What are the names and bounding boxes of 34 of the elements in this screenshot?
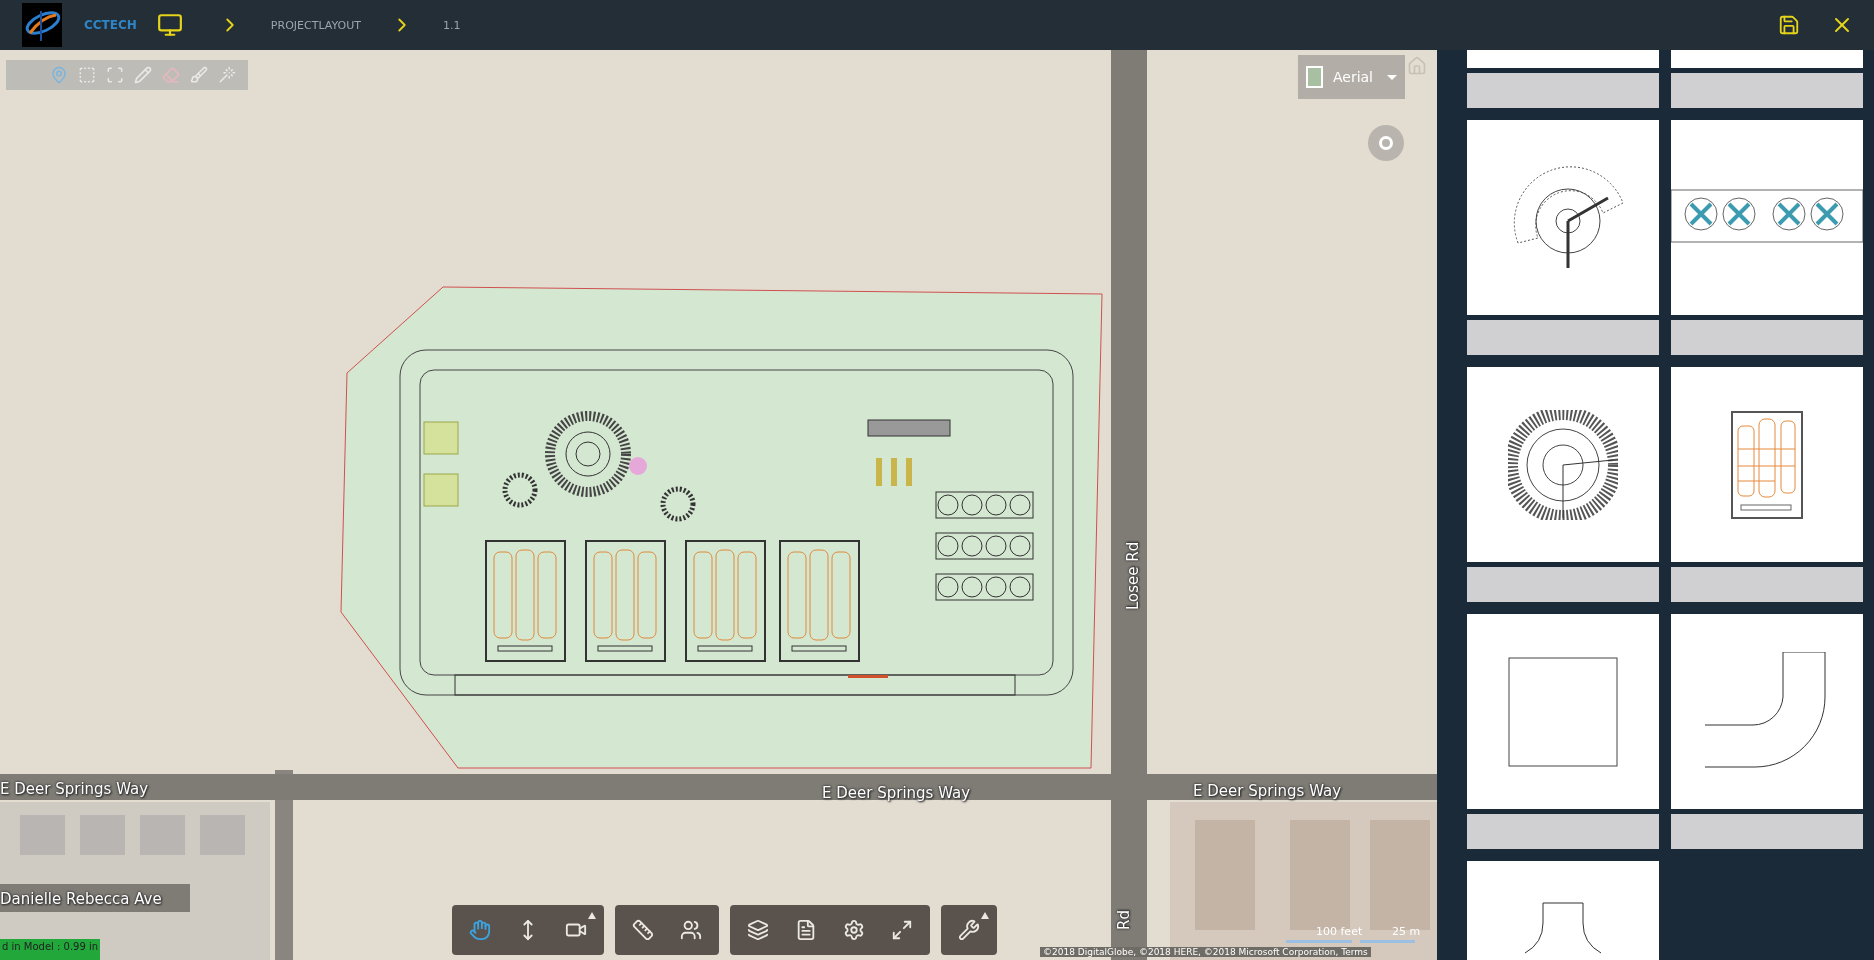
people-icon[interactable] [680,919,702,941]
component-card[interactable] [1467,367,1659,602]
wrench-icon[interactable] [958,919,980,941]
gear-icon[interactable] [843,919,865,941]
street-label: E Deer Springs Way [0,780,149,798]
logo-icon [22,3,62,47]
component-card[interactable] [1671,614,1863,849]
layers-icon[interactable] [747,919,769,941]
scale-label: 25 m [1392,925,1421,938]
brand-name: CCTECH [84,18,137,32]
breadcrumb-link[interactable]: PROJECTLAYOUT [270,18,361,32]
component-card[interactable] [1671,367,1863,602]
street-label: Rd [1115,910,1133,930]
scale-label: 100 feet [1316,925,1363,938]
save-icon[interactable] [1778,14,1800,36]
monitor-icon[interactable] [156,12,183,38]
hand-icon[interactable] [469,919,491,941]
component-card[interactable] [1671,120,1863,355]
expand-icon[interactable] [891,919,913,941]
menu-triangle-icon [588,912,596,919]
street-label: E Deer Springs Way [1193,782,1342,800]
document-icon[interactable] [795,919,817,941]
component-card[interactable] [1467,120,1659,355]
status-readout: d in Model : 0.99 in [0,939,100,960]
ruler-icon[interactable] [632,919,654,941]
breadcrumb-link[interactable]: 1.1 [443,18,461,32]
street-label: E Deer Springs Way [822,784,971,802]
street-label: Losee Rd [1124,541,1142,610]
map-attribution: ©2018 DigitalGlobe, ©2018 HERE, ©2018 Microsoft Corporation, Terms [1040,947,1371,957]
scale-bar [1360,940,1415,943]
scale-bar [1286,940,1352,943]
menu-triangle-icon [981,912,989,919]
component-card[interactable] [1467,614,1659,849]
street-label: Danielle Rebecca Ave [0,890,162,908]
